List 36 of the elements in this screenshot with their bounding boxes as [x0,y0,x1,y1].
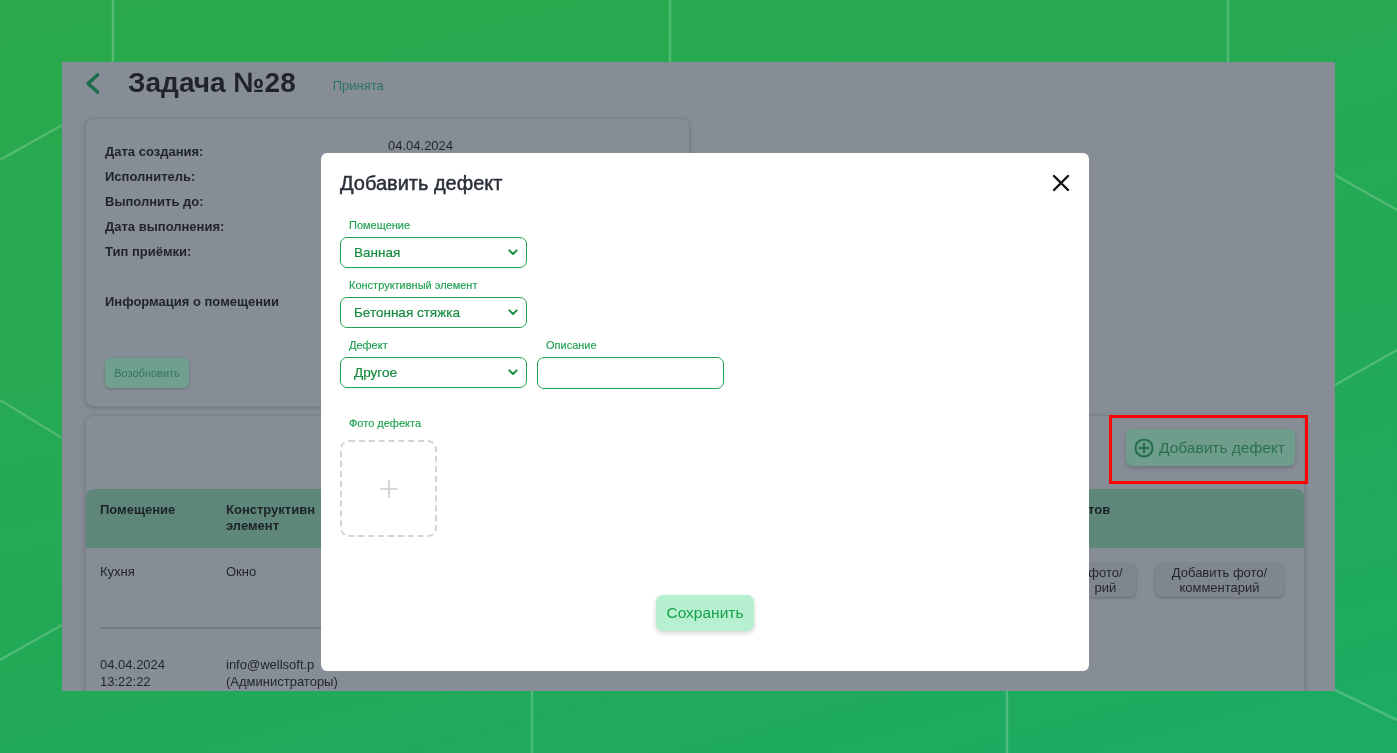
field-label: Помещение [349,218,411,232]
dialog-title: Добавить дефект [340,171,503,195]
info-label: Дата выполнения: [105,218,225,236]
plus-circle-icon [1134,437,1154,458]
chevron-down-icon [508,309,518,316]
status-label: Принята [332,76,384,94]
plus-icon [378,478,399,499]
dropdown-field[interactable]: Ванная [340,237,527,268]
info-value: 04.04.2024 [388,139,454,153]
table-cell: Кухня [100,563,135,580]
info-label: Дата создания: [105,143,204,161]
chevron-down-icon [508,249,518,256]
info-label: Выполнить до: [105,193,204,211]
table-cell: 04.04.2024 13:22:22 [100,656,166,690]
column-header: тов [1088,502,1111,517]
dropdown-field[interactable]: Бетонная стяжка [340,297,527,328]
table-cell: Окно [226,563,257,580]
column-header: Конструктивн элемент [226,502,316,533]
back-icon[interactable] [85,72,100,94]
add-photo-button[interactable]: Добавить фото/ комментарий [1155,563,1284,597]
table-cell: info@wellsoft.p (Администраторы) [226,656,338,690]
page-title: Задача №28 [128,66,296,100]
description-field[interactable] [537,357,724,389]
field-label: Дефект [349,338,388,352]
column-header: Помещение [100,502,176,517]
section-heading: Информация о помещении [105,293,280,310]
info-label: Исполнитель: [105,168,196,186]
chevron-down-icon [508,369,518,376]
save-button[interactable]: Сохранить [656,595,754,631]
field-label: Конструктивный элемент [349,278,478,292]
field-label: Фото дефекта [349,416,421,430]
dropdown-field[interactable]: Другое [340,357,527,388]
add-photo-button[interactable]: фото/ рий [1088,563,1136,597]
info-label: Тип приёмки: [105,243,192,261]
field-label: Описание [546,338,597,352]
close-icon[interactable] [1052,174,1070,192]
